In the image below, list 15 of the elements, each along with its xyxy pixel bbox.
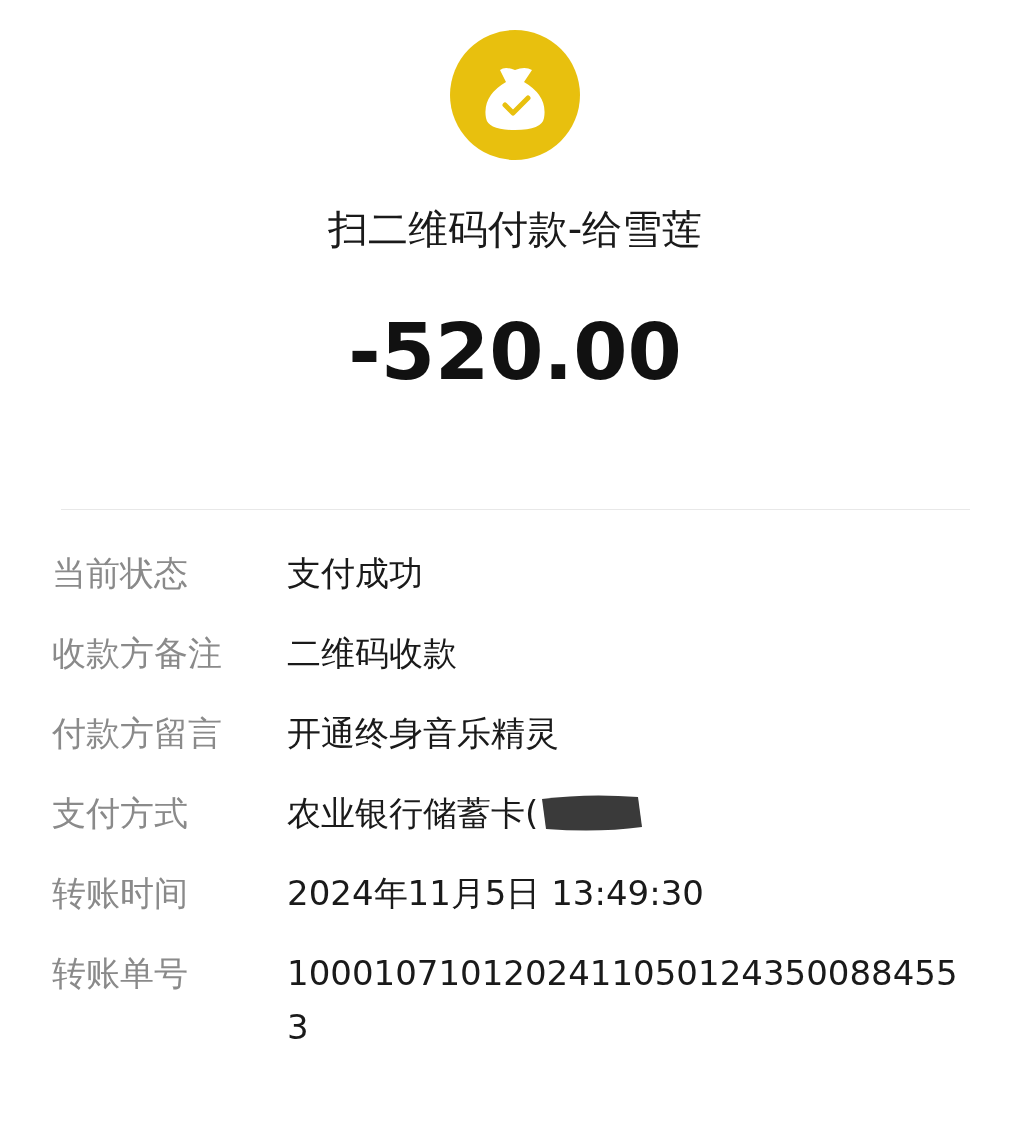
payment-title: 扫二维码付款-给雪莲 [327,205,703,254]
detail-label: 转账单号 [52,952,189,995]
money-bag-check-icon [450,30,580,160]
detail-value: 支付成功 [287,552,424,595]
detail-value: 1000107101202411050124350088455 3 [287,952,959,1049]
detail-label: 收款方备注 [52,632,223,675]
detail-value: 开通终身音乐精灵 [287,712,560,755]
detail-label: 支付方式 [52,792,189,835]
detail-value: 农业银行储蓄卡( [287,792,539,835]
payment-amount: -520.00 [348,307,682,397]
detail-value: 二维码收款 [287,632,458,675]
detail-label: 付款方留言 [52,712,223,755]
detail-label: 转账时间 [52,872,189,915]
detail-label: 当前状态 [52,552,189,595]
detail-value: 2024年11月5日 13:49:30 [287,872,705,915]
